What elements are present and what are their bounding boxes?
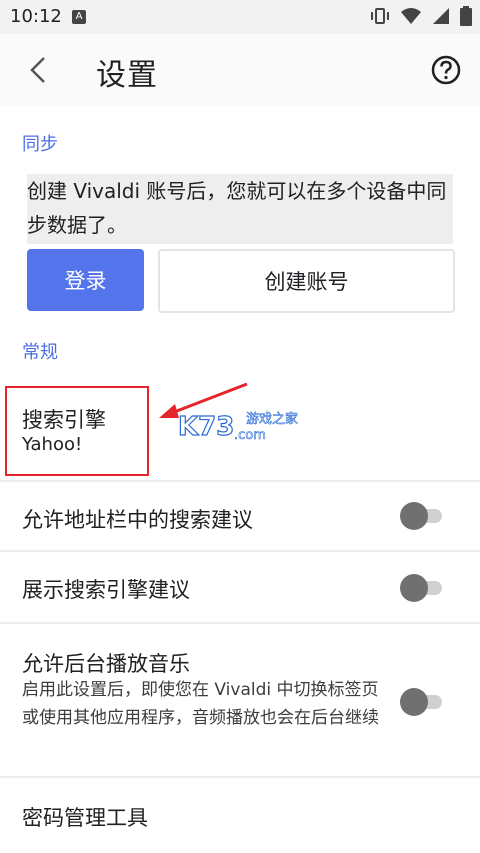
status-icons bbox=[370, 6, 472, 26]
sync-description-box: 创建 Vivaldi 账号后，您就可以在多个设备中同步数据了。 bbox=[27, 174, 453, 244]
address-bar-suggestions-toggle[interactable] bbox=[400, 502, 444, 530]
general-section-header: 常规 bbox=[22, 342, 58, 363]
sync-section-header: 同步 bbox=[22, 134, 58, 155]
back-arrow-icon bbox=[30, 57, 45, 83]
back-button[interactable] bbox=[22, 52, 58, 88]
svg-text:.com: .com bbox=[234, 428, 266, 443]
svg-text:K73: K73 bbox=[178, 412, 234, 442]
svg-text:游戏之家: 游戏之家 bbox=[246, 411, 298, 427]
battery-icon bbox=[460, 6, 472, 26]
app-bar: 设置 bbox=[0, 34, 480, 106]
password-manager-row[interactable]: 密码管理工具 bbox=[0, 778, 480, 853]
background-audio-description: 启用此设置后，即使您在 Vivaldi 中切换标签页或使用其他应用程序，音频播放… bbox=[22, 680, 379, 728]
help-button[interactable] bbox=[430, 54, 462, 86]
highlight-annotation-box bbox=[5, 386, 149, 476]
vibrate-icon bbox=[371, 8, 389, 24]
background-audio-toggle[interactable] bbox=[400, 688, 444, 716]
signal-icon bbox=[433, 8, 449, 24]
login-button[interactable]: 登录 bbox=[27, 249, 144, 311]
help-icon bbox=[431, 55, 461, 85]
search-engine-suggestions-label: 展示搜索引擎建议 bbox=[22, 578, 190, 602]
toggle-thumb bbox=[400, 574, 428, 602]
password-manager-label: 密码管理工具 bbox=[22, 806, 148, 830]
status-bar: 10:12 A bbox=[0, 0, 480, 34]
page-title: 设置 bbox=[96, 58, 158, 93]
search-engine-suggestions-toggle[interactable] bbox=[400, 574, 444, 602]
background-audio-row[interactable]: 允许后台播放音乐 启用此设置后，即使您在 Vivaldi 中切换标签页或使用其他… bbox=[0, 624, 480, 776]
toggle-thumb bbox=[400, 502, 428, 530]
toggle-thumb bbox=[400, 688, 428, 716]
notification-icon: A bbox=[72, 10, 86, 24]
sync-description: 创建 Vivaldi 账号后，您就可以在多个设备中同步数据了。 bbox=[27, 179, 447, 237]
search-engine-suggestions-row[interactable]: 展示搜索引擎建议 bbox=[0, 552, 480, 622]
status-time: 10:12 bbox=[10, 6, 62, 27]
address-bar-suggestions-label: 允许地址栏中的搜索建议 bbox=[22, 508, 253, 532]
create-account-button[interactable]: 创建账号 bbox=[158, 249, 455, 313]
background-audio-label: 允许后台播放音乐 bbox=[22, 652, 190, 676]
wifi-icon bbox=[401, 8, 421, 24]
address-bar-suggestions-row[interactable]: 允许地址栏中的搜索建议 bbox=[0, 482, 480, 550]
watermark-logo-icon: K73 .com 游戏之家 bbox=[177, 411, 298, 444]
